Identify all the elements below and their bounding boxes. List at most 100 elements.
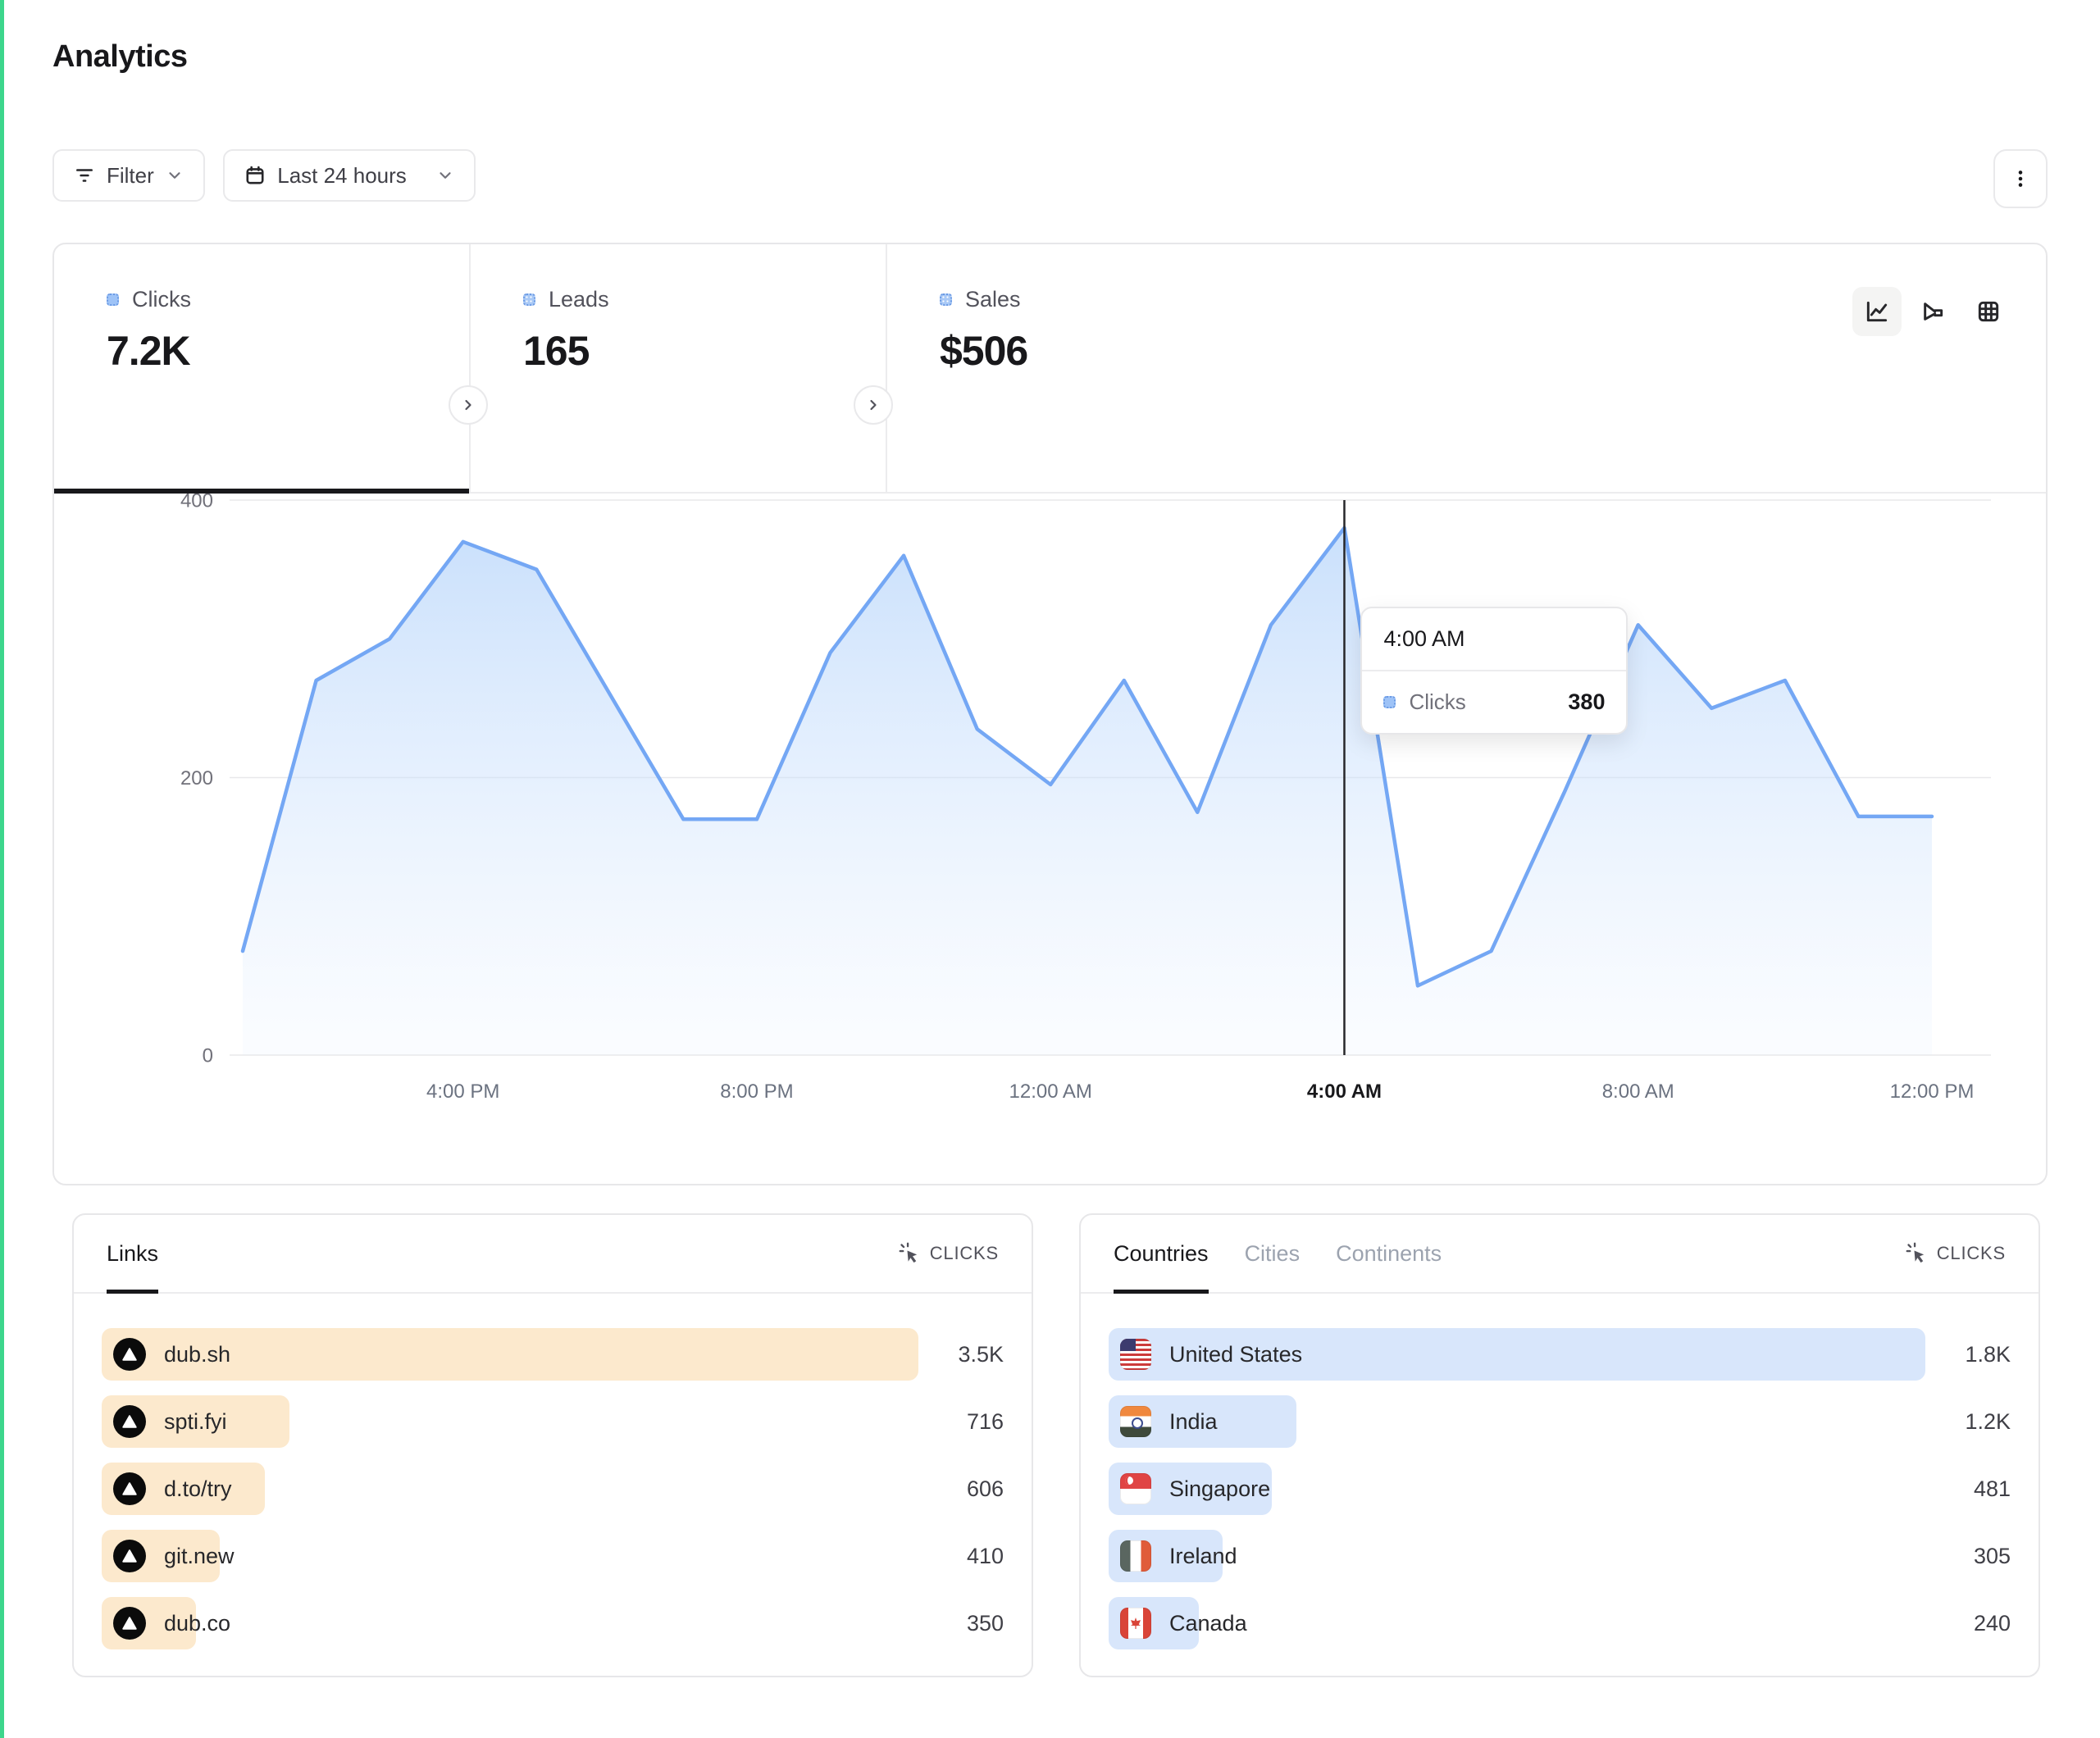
item-value: 606: [918, 1476, 1004, 1502]
tab-sales[interactable]: Sales $506: [887, 244, 1302, 492]
metric-tabs: Clicks 7.2K Leads 165 Sales $506: [54, 244, 2046, 494]
item-label: git.new: [164, 1544, 235, 1569]
grid-table-icon: [1975, 298, 2002, 325]
list-item[interactable]: spti.fyi 716: [102, 1395, 1004, 1448]
tab-cities[interactable]: Cities: [1245, 1215, 1301, 1292]
analytics-card: Clicks 7.2K Leads 165 Sales $506: [52, 243, 2048, 1185]
list-item[interactable]: dub.co 350: [102, 1597, 1004, 1649]
item-label: Ireland: [1169, 1544, 1237, 1569]
tooltip-series-label: Clicks: [1409, 689, 1555, 715]
item-value: 410: [918, 1544, 1004, 1569]
sales-value: $506: [940, 327, 1302, 375]
item-label: Canada: [1169, 1611, 1247, 1636]
filter-button-label: Filter: [107, 163, 154, 189]
clicks-value: 7.2K: [107, 327, 469, 375]
filter-button[interactable]: Filter: [52, 149, 205, 202]
dub-logo-icon: [113, 1338, 146, 1371]
svg-text:4:00 AM: 4:00 AM: [1307, 1081, 1382, 1103]
svg-text:4:00 PM: 4:00 PM: [426, 1081, 499, 1103]
list-item[interactable]: United States 1.8K: [1109, 1328, 2011, 1381]
list-item[interactable]: Ireland 305: [1109, 1530, 2011, 1582]
geo-metric-header[interactable]: CLICKS: [1906, 1242, 2006, 1265]
list-item[interactable]: dub.sh 3.5K: [102, 1328, 1004, 1381]
page-title: Analytics: [52, 39, 187, 75]
left-accent-bar: [0, 0, 4, 1738]
geo-panel: Countries Cities Continents CLICKS United …: [1079, 1213, 2040, 1677]
item-label: dub.co: [164, 1611, 230, 1636]
svg-text:200: 200: [180, 767, 213, 789]
funnel-chart-toggle-button[interactable]: [1908, 287, 1957, 336]
tab-links[interactable]: Links: [107, 1215, 158, 1292]
sales-legend-square: [940, 293, 952, 306]
filter-icon: [74, 165, 95, 186]
line-chart-icon: [1864, 298, 1890, 325]
chevron-down-icon: [436, 166, 454, 184]
item-value: 240: [1925, 1611, 2011, 1636]
sg-flag-icon: [1120, 1473, 1151, 1504]
svg-text:12:00 PM: 12:00 PM: [1890, 1081, 1975, 1103]
list-item[interactable]: Singapore 481: [1109, 1463, 2011, 1515]
svg-text:8:00 AM: 8:00 AM: [1602, 1081, 1674, 1103]
item-label: dub.sh: [164, 1342, 230, 1367]
line-chart-toggle-button[interactable]: [1852, 287, 1902, 336]
dub-logo-icon: [113, 1540, 146, 1572]
chevron-right-icon: [460, 397, 476, 413]
item-value: 716: [918, 1409, 1004, 1435]
leads-label: Leads: [549, 287, 609, 312]
analytics-page: Analytics Filter Last 24 hours: [0, 0, 2100, 1738]
item-label: India: [1169, 1409, 1218, 1435]
tab-continents[interactable]: Continents: [1336, 1215, 1442, 1292]
clicks-label: Clicks: [132, 287, 191, 312]
svg-text:0: 0: [203, 1044, 213, 1067]
in-flag-icon: [1120, 1406, 1151, 1437]
chevron-right-button[interactable]: [449, 385, 488, 425]
item-value: 481: [1925, 1476, 2011, 1502]
item-value: 305: [1925, 1544, 2011, 1569]
svg-text:12:00 AM: 12:00 AM: [1009, 1081, 1092, 1103]
date-range-button[interactable]: Last 24 hours: [223, 149, 476, 202]
chevron-down-icon: [166, 166, 184, 184]
dub-logo-icon: [113, 1607, 146, 1640]
us-flag-icon: [1120, 1339, 1151, 1370]
leads-legend-square: [523, 293, 535, 306]
toolbar: Filter Last 24 hours: [52, 149, 2048, 203]
item-value: 3.5K: [918, 1342, 1004, 1367]
dub-logo-icon: [113, 1472, 146, 1505]
leads-value: 165: [523, 327, 886, 375]
links-panel: Links CLICKS dub.sh 3.5K spti.fyi 716: [72, 1213, 1033, 1677]
kebab-menu-icon: [2010, 168, 2031, 189]
chart-tooltip: 4:00 AM Clicks 380: [1360, 607, 1628, 735]
tab-leads[interactable]: Leads 165: [471, 244, 886, 492]
list-item[interactable]: Canada 240: [1109, 1597, 2011, 1649]
tooltip-value: 380: [1568, 689, 1605, 715]
funnel-icon: [1920, 298, 1946, 325]
item-label: spti.fyi: [164, 1409, 227, 1435]
list-item[interactable]: d.to/try 606: [102, 1463, 1004, 1515]
item-value: 350: [918, 1611, 1004, 1636]
ie-flag-icon: [1120, 1540, 1151, 1572]
list-item[interactable]: git.new 410: [102, 1530, 1004, 1582]
dub-logo-icon: [113, 1405, 146, 1438]
tooltip-time: 4:00 AM: [1362, 608, 1626, 671]
tab-countries[interactable]: Countries: [1114, 1215, 1209, 1292]
table-toggle-button[interactable]: [1964, 287, 2013, 336]
clicks-area-chart[interactable]: 02004004:00 PM8:00 PM12:00 AM4:00 AM8:00…: [54, 494, 2049, 1185]
item-label: United States: [1169, 1342, 1302, 1367]
clicks-legend-square: [107, 293, 119, 306]
more-options-button[interactable]: [1993, 149, 2048, 208]
calendar-icon: [244, 165, 266, 186]
chart-type-toggle: [1852, 287, 2013, 336]
list-item[interactable]: India 1.2K: [1109, 1395, 2011, 1448]
svg-text:400: 400: [180, 494, 213, 512]
item-label: Singapore: [1169, 1476, 1270, 1502]
chevron-right-button[interactable]: [854, 385, 893, 425]
cursor-click-icon: [899, 1242, 922, 1265]
ca-flag-icon: [1120, 1608, 1151, 1639]
tab-clicks[interactable]: Clicks 7.2K: [54, 244, 469, 492]
tooltip-legend-square: [1383, 696, 1396, 708]
date-range-label: Last 24 hours: [277, 163, 425, 189]
links-metric-header[interactable]: CLICKS: [899, 1242, 999, 1265]
cursor-click-icon: [1906, 1242, 1929, 1265]
chevron-right-icon: [865, 397, 881, 413]
item-value: 1.8K: [1925, 1342, 2011, 1367]
